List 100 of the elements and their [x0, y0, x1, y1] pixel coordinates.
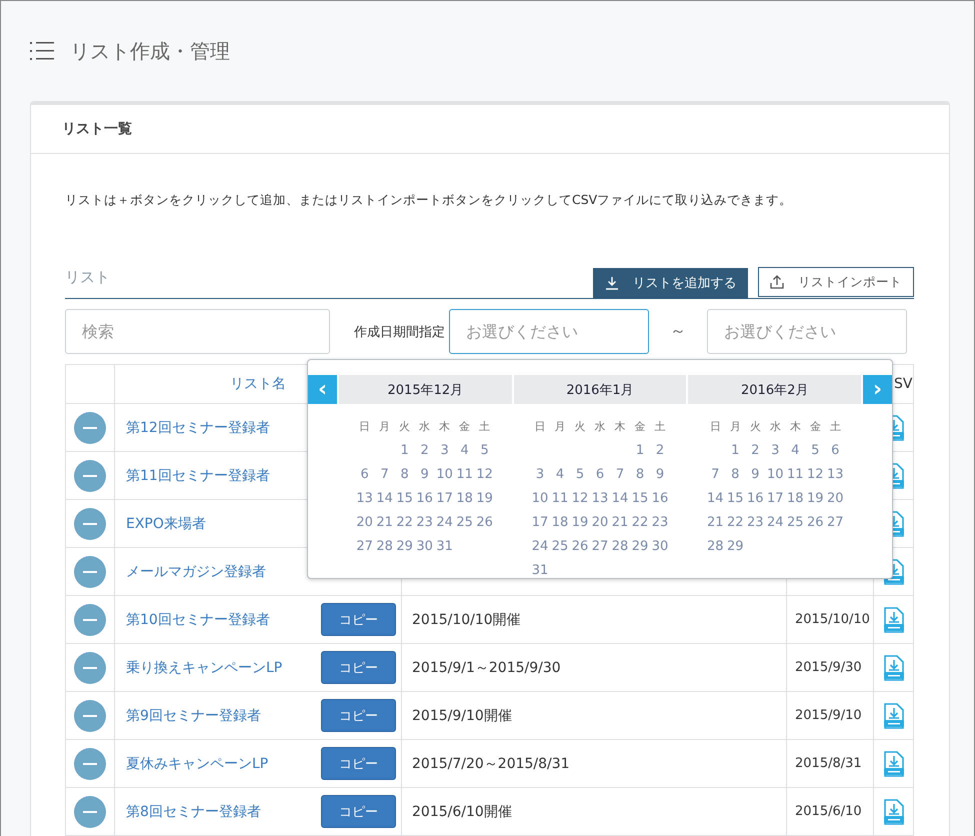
- calendar-day[interactable]: 1: [630, 442, 650, 458]
- calendar-day[interactable]: 31: [530, 562, 550, 578]
- copy-button[interactable]: コピー: [321, 603, 396, 636]
- calendar-day[interactable]: 19: [474, 490, 495, 506]
- calendar-day[interactable]: 17: [765, 490, 786, 506]
- calendar-day[interactable]: 15: [725, 490, 746, 506]
- calendar-day[interactable]: 24: [434, 514, 455, 530]
- calendar-day[interactable]: 18: [550, 514, 570, 530]
- calendar-day[interactable]: 25: [550, 538, 570, 554]
- minus-icon[interactable]: [74, 604, 106, 636]
- calendar-day[interactable]: 26: [570, 538, 590, 554]
- calendar-day[interactable]: 31: [434, 538, 455, 554]
- calendar-day[interactable]: 18: [785, 490, 806, 506]
- copy-button[interactable]: コピー: [321, 651, 396, 684]
- calendar-day[interactable]: 6: [825, 442, 846, 458]
- calendar-day[interactable]: 13: [354, 490, 375, 506]
- copy-button[interactable]: コピー: [321, 795, 396, 828]
- calendar-day[interactable]: 11: [550, 490, 570, 506]
- next-month-button[interactable]: ›: [863, 375, 892, 404]
- calendar-day[interactable]: 2: [745, 442, 766, 458]
- add-list-button[interactable]: リストを追加する: [593, 268, 748, 298]
- calendar-day[interactable]: 20: [354, 514, 375, 530]
- calendar-day[interactable]: 26: [474, 514, 495, 530]
- calendar-day[interactable]: 6: [590, 466, 610, 482]
- calendar-day[interactable]: 22: [394, 514, 415, 530]
- calendar-day[interactable]: 29: [394, 538, 415, 554]
- calendar-day[interactable]: 20: [590, 514, 610, 530]
- calendar-day[interactable]: 14: [374, 490, 395, 506]
- calendar-day[interactable]: 19: [570, 514, 590, 530]
- import-list-button[interactable]: リストインポート: [758, 267, 914, 297]
- calendar-day[interactable]: 27: [590, 538, 610, 554]
- calendar-day[interactable]: 14: [610, 490, 630, 506]
- calendar-day[interactable]: 12: [474, 466, 495, 482]
- calendar-day[interactable]: 24: [765, 514, 786, 530]
- minus-icon[interactable]: [74, 460, 106, 492]
- calendar-day[interactable]: 1: [394, 442, 415, 458]
- csv-download-icon[interactable]: [883, 606, 905, 632]
- list-name-link[interactable]: 第8回セミナー登録者: [126, 802, 321, 820]
- calendar-day[interactable]: 7: [705, 466, 726, 482]
- calendar-day[interactable]: 8: [630, 466, 650, 482]
- calendar-day[interactable]: 4: [454, 442, 475, 458]
- calendar-day[interactable]: 24: [530, 538, 550, 554]
- calendar-day[interactable]: 19: [805, 490, 826, 506]
- calendar-day[interactable]: 6: [354, 466, 375, 482]
- calendar-day[interactable]: 12: [805, 466, 826, 482]
- calendar-day[interactable]: 21: [374, 514, 395, 530]
- calendar-day[interactable]: 4: [550, 466, 570, 482]
- minus-icon[interactable]: [74, 508, 106, 540]
- calendar-day[interactable]: 2: [414, 442, 435, 458]
- calendar-day[interactable]: 15: [394, 490, 415, 506]
- calendar-day[interactable]: 17: [434, 490, 455, 506]
- calendar-day[interactable]: 17: [530, 514, 550, 530]
- menu-icon[interactable]: [30, 41, 54, 61]
- calendar-day[interactable]: 29: [630, 538, 650, 554]
- previous-month-button[interactable]: ‹: [308, 375, 337, 404]
- calendar-day[interactable]: 28: [610, 538, 630, 554]
- calendar-day[interactable]: 22: [630, 514, 650, 530]
- csv-download-icon[interactable]: [883, 798, 905, 824]
- calendar-day[interactable]: 28: [374, 538, 395, 554]
- calendar-day[interactable]: 16: [745, 490, 766, 506]
- minus-icon[interactable]: [74, 652, 106, 684]
- calendar-day[interactable]: 3: [765, 442, 786, 458]
- calendar-day[interactable]: 2: [650, 442, 670, 458]
- calendar-day[interactable]: 21: [705, 514, 726, 530]
- list-name-link[interactable]: 第9回セミナー登録者: [126, 706, 321, 724]
- calendar-day[interactable]: 14: [705, 490, 726, 506]
- list-name-link[interactable]: 夏休みキャンペーンLP: [126, 754, 321, 772]
- calendar-day[interactable]: 27: [825, 514, 846, 530]
- calendar-day[interactable]: 4: [785, 442, 806, 458]
- calendar-day[interactable]: 29: [725, 538, 746, 554]
- calendar-day[interactable]: 7: [374, 466, 395, 482]
- minus-icon[interactable]: [74, 796, 106, 828]
- calendar-day[interactable]: 3: [530, 466, 550, 482]
- calendar-day[interactable]: 11: [454, 466, 475, 482]
- list-name-link[interactable]: 第10回セミナー登録者: [126, 610, 321, 628]
- calendar-day[interactable]: 20: [825, 490, 846, 506]
- calendar-day[interactable]: 26: [805, 514, 826, 530]
- calendar-day[interactable]: 21: [610, 514, 630, 530]
- calendar-day[interactable]: 18: [454, 490, 475, 506]
- calendar-day[interactable]: 22: [725, 514, 746, 530]
- csv-download-icon[interactable]: [883, 654, 905, 680]
- calendar-day[interactable]: 13: [825, 466, 846, 482]
- minus-icon[interactable]: [74, 700, 106, 732]
- calendar-day[interactable]: 30: [414, 538, 435, 554]
- minus-icon[interactable]: [74, 556, 106, 588]
- calendar-day[interactable]: 11: [785, 466, 806, 482]
- copy-button[interactable]: コピー: [321, 747, 396, 780]
- calendar-day[interactable]: 5: [474, 442, 495, 458]
- copy-button[interactable]: コピー: [321, 699, 396, 732]
- calendar-day[interactable]: 30: [650, 538, 670, 554]
- minus-icon[interactable]: [74, 748, 106, 780]
- calendar-day[interactable]: 28: [705, 538, 726, 554]
- calendar-day[interactable]: 9: [414, 466, 435, 482]
- csv-download-icon[interactable]: [883, 702, 905, 728]
- calendar-day[interactable]: 23: [650, 514, 670, 530]
- calendar-day[interactable]: 27: [354, 538, 375, 554]
- calendar-day[interactable]: 23: [745, 514, 766, 530]
- calendar-day[interactable]: 9: [745, 466, 766, 482]
- search-field[interactable]: 検索: [65, 309, 330, 354]
- calendar-day[interactable]: 25: [785, 514, 806, 530]
